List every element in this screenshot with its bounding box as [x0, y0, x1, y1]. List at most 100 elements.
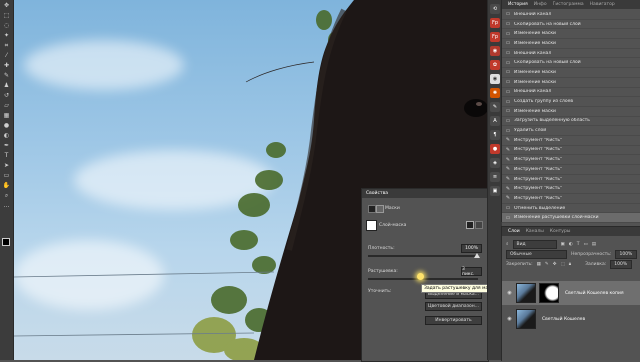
- brush-settings-icon[interactable]: ✎: [490, 102, 500, 112]
- invert-button[interactable]: Инвертировать: [425, 316, 482, 325]
- character-panel-icon[interactable]: A: [490, 116, 500, 126]
- crop-tool-icon[interactable]: ⌗: [2, 42, 11, 50]
- history-item[interactable]: ✎ Инструмент "Кисть": [502, 184, 640, 195]
- tab-info[interactable]: Инфо: [534, 2, 547, 7]
- history-item[interactable]: ▭ Изменение маски: [502, 107, 640, 117]
- density-field[interactable]: 100%: [461, 244, 482, 253]
- layer-name[interactable]: Светлый Кошелев: [542, 317, 585, 322]
- more-tools-icon[interactable]: …: [2, 202, 11, 210]
- filter-shape-icon[interactable]: ▭: [583, 242, 587, 247]
- blend-mode-dropdown[interactable]: Обычные: [506, 249, 568, 259]
- color-range-button[interactable]: Цветовой диапазон...: [425, 302, 482, 311]
- history-item[interactable]: ▭ Скопировать на новый слой: [502, 20, 640, 30]
- magic-wand-tool-icon[interactable]: ✦: [2, 32, 11, 40]
- history-item[interactable]: ▭ Загрузить выделенную область: [502, 117, 640, 127]
- history-item[interactable]: ▭ Создать группу из слоев: [502, 97, 640, 107]
- blur-tool-icon[interactable]: ●: [2, 122, 11, 130]
- tab-channels[interactable]: Каналы: [526, 229, 544, 234]
- tab-histogram[interactable]: Гистограмма: [553, 2, 584, 7]
- history-item[interactable]: ▭ Изменение растушевки слой-маски: [502, 213, 640, 224]
- pixel-mask-icon[interactable]: [368, 205, 376, 213]
- lock-artboard-icon[interactable]: ⬚: [560, 262, 564, 267]
- adobe-app-icon-1[interactable]: Fp: [490, 18, 500, 28]
- filter-type-icon[interactable]: T: [577, 242, 580, 247]
- history-item-label: Инструмент "Кисть": [514, 195, 563, 201]
- paragraph-panel-icon[interactable]: ¶: [490, 130, 500, 140]
- history-item[interactable]: ▭ Изменение маски: [502, 29, 640, 40]
- tab-history[interactable]: История: [508, 2, 528, 7]
- pen-tool-icon[interactable]: ✒: [2, 142, 11, 150]
- brush-icon: ✎: [505, 195, 511, 202]
- history-item[interactable]: ▭ Удалить слой: [502, 126, 640, 136]
- record-icon[interactable]: ◉: [490, 46, 500, 56]
- filter-pixel-icon[interactable]: ▣: [561, 242, 565, 247]
- history-item[interactable]: ✎ Инструмент "Кисть": [502, 175, 640, 185]
- color-wheel-icon[interactable]: ✺: [490, 88, 500, 98]
- density-label: Плотность:: [368, 246, 395, 251]
- brush-tool-icon[interactable]: ✎: [2, 72, 11, 80]
- marquee-tool-icon[interactable]: ⬚: [2, 12, 11, 20]
- filter-smart-icon[interactable]: ▤: [592, 242, 596, 247]
- visibility-eye-icon[interactable]: ◉: [506, 290, 513, 296]
- history-panel-icon[interactable]: ⟲: [490, 4, 500, 14]
- layer-row[interactable]: ◉ Светлый Кошелев: [502, 307, 640, 331]
- opacity-field[interactable]: 100%: [615, 249, 637, 259]
- lock-position-icon[interactable]: ✥: [553, 262, 557, 267]
- select-pixel-mask-icon[interactable]: [466, 221, 474, 229]
- select-vector-mask-icon[interactable]: [475, 221, 483, 229]
- history-item[interactable]: ✎ Инструмент "Кисть": [502, 194, 640, 204]
- channels-panel-icon[interactable]: ≡: [490, 172, 500, 182]
- history-item[interactable]: ✎ Инструмент "Кисть": [502, 165, 640, 175]
- path-select-tool-icon[interactable]: ➤: [2, 162, 11, 170]
- history-item[interactable]: ▭ Внешний канал: [502, 10, 640, 20]
- fill-field[interactable]: 100%: [610, 259, 633, 269]
- lock-pixels-icon[interactable]: ▦: [537, 262, 541, 267]
- lock-all-icon[interactable]: 🔒︎: [569, 261, 571, 267]
- shape-tool-icon[interactable]: ▭: [2, 172, 11, 180]
- history-item[interactable]: ▭ Изменение маски: [502, 68, 640, 78]
- adobe-app-icon-3[interactable]: ✿: [490, 60, 500, 70]
- stamp-tool-icon[interactable]: ♟: [2, 82, 11, 90]
- history-item[interactable]: ✎ Инструмент "Кисть": [502, 155, 640, 165]
- lock-paint-icon[interactable]: ✎: [545, 262, 549, 267]
- history-brush-tool-icon[interactable]: ↺: [2, 92, 11, 100]
- type-tool-icon[interactable]: T: [2, 152, 11, 160]
- feather-field[interactable]: 3 пикс.: [461, 267, 482, 277]
- history-item[interactable]: ▭ Внешний канал: [502, 88, 640, 98]
- vector-mask-icon[interactable]: [376, 205, 384, 213]
- history-item[interactable]: ▭ Изменение маски: [502, 39, 640, 49]
- history-item[interactable]: ▭ Отменить выделение: [502, 204, 640, 214]
- move-tool-icon[interactable]: ✥: [2, 2, 11, 10]
- adobe-app-icon-4[interactable]: ●: [490, 144, 500, 154]
- filter-adjust-icon[interactable]: ◐: [569, 242, 573, 247]
- gradient-tool-icon[interactable]: ▦: [2, 112, 11, 120]
- layer-filter-dropdown[interactable]: Вид: [512, 239, 557, 249]
- density-slider[interactable]: [368, 255, 478, 257]
- info-icon[interactable]: ◉: [490, 74, 500, 84]
- zoom-tool-icon[interactable]: ⌕: [2, 192, 11, 200]
- layers-panel-icon[interactable]: ◈: [490, 158, 500, 168]
- layer-row[interactable]: ◉ Светлый Кошелев копия: [502, 281, 640, 305]
- brush-icon: ✎: [505, 166, 511, 173]
- eyedropper-tool-icon[interactable]: ⁄: [2, 52, 11, 60]
- layer-name[interactable]: Светлый Кошелев копия: [565, 291, 624, 296]
- history-item[interactable]: ✎ Инструмент "Кисть": [502, 136, 640, 146]
- healing-tool-icon[interactable]: ✚: [2, 62, 11, 70]
- history-item[interactable]: ✎ Инструмент "Кисть": [502, 146, 640, 156]
- tab-layers[interactable]: Слои: [508, 229, 520, 234]
- density-slider-handle[interactable]: [474, 253, 480, 258]
- adobe-app-icon-2[interactable]: Fp: [490, 32, 500, 42]
- tab-paths[interactable]: Контуры: [550, 229, 571, 234]
- eraser-tool-icon[interactable]: ▱: [2, 102, 11, 110]
- history-item[interactable]: ▭ Внешний канал: [502, 49, 640, 59]
- visibility-eye-icon[interactable]: ◉: [506, 316, 513, 322]
- adjustments-panel-icon[interactable]: ▣: [490, 186, 500, 196]
- tab-navigator[interactable]: Навигатор: [590, 2, 615, 7]
- layer-mask-thumbnail[interactable]: [539, 283, 559, 303]
- hand-tool-icon[interactable]: ✋: [2, 182, 11, 190]
- foreground-color-swatch[interactable]: [2, 238, 10, 246]
- dodge-tool-icon[interactable]: ◐: [2, 132, 11, 140]
- lasso-tool-icon[interactable]: ◌: [2, 22, 11, 30]
- history-item[interactable]: ▭ Изменение маски: [502, 78, 640, 88]
- history-item[interactable]: ▭ Скопировать на новый слой: [502, 58, 640, 69]
